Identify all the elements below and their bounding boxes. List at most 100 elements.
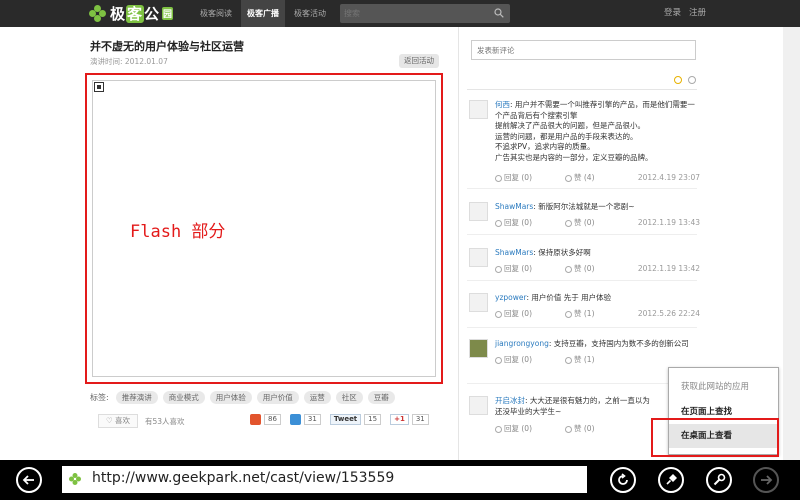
pin-icon: [666, 474, 677, 485]
zan-button[interactable]: 赞 (0): [565, 423, 635, 434]
divider: [467, 89, 697, 90]
comment-text: : 新版阿尔法城就是一个悲剧~: [533, 202, 635, 211]
flash-placeholder-label: Flash 部分: [130, 222, 226, 242]
page-tools-button[interactable]: [706, 467, 732, 493]
comment-time: 2012.1.19 13:43: [637, 218, 700, 227]
qq-share-icon[interactable]: [289, 414, 301, 425]
avatar[interactable]: [469, 100, 488, 119]
tag-item[interactable]: 推荐演讲: [115, 391, 158, 404]
zan-icon: [565, 174, 572, 182]
zan-button[interactable]: 赞 (0): [565, 217, 635, 228]
page-scrollbar[interactable]: [783, 27, 800, 460]
reply-icon: [495, 265, 502, 273]
weibo-share-icon[interactable]: [250, 414, 261, 425]
tag-item[interactable]: 商业模式: [162, 391, 205, 404]
divider: [467, 327, 697, 328]
tag-item[interactable]: 豆瓣: [367, 391, 395, 404]
search-input[interactable]: [340, 4, 490, 23]
divider: [467, 280, 697, 281]
reply-icon: [495, 425, 502, 433]
back-to-event-button[interactable]: 返回活动: [399, 54, 439, 68]
comment-author[interactable]: jiangrongyong: [495, 339, 549, 348]
comment-text: : 保持原状多好啊: [533, 248, 591, 257]
tag-item[interactable]: 运营: [303, 391, 331, 404]
logo-badge: 园: [162, 7, 174, 20]
comment-text: 还没毕业的大学生~: [495, 406, 562, 416]
tags-label: 标签:: [90, 393, 109, 402]
plus-one-button[interactable]: +1: [390, 414, 409, 425]
comment-text: : 用户并不需要一个叫推荐引擎的产品，而是他们需要一个产品背后有个搜索引擎: [495, 100, 695, 120]
avatar[interactable]: [469, 396, 488, 415]
refresh-button[interactable]: [610, 467, 636, 493]
comment-input[interactable]: [472, 41, 695, 59]
zan-button[interactable]: 赞 (1): [565, 354, 635, 365]
reply-icon: [495, 174, 502, 182]
tag-item[interactable]: 社区: [335, 391, 363, 404]
zan-button[interactable]: 赞 (1): [565, 308, 635, 319]
comment-text: 广告其实也是内容的一部分，定义豆瓣的品牌。: [495, 152, 653, 162]
tweet-count: 15: [364, 414, 382, 425]
comment-time: 2012.1.19 13:42: [637, 264, 700, 273]
comment-author[interactable]: yzpower: [495, 293, 526, 302]
qq-share-count: 31: [303, 414, 321, 425]
tab-geek-broadcast[interactable]: 极客广播: [241, 0, 285, 27]
search-box: [340, 4, 510, 23]
register-link[interactable]: 注册: [689, 0, 706, 27]
comment-author[interactable]: 开启冰封: [495, 396, 525, 405]
reply-button[interactable]: 回复 (0): [495, 354, 565, 365]
avatar[interactable]: [469, 202, 488, 221]
comment-sort-hot-icon[interactable]: [674, 76, 682, 84]
zan-button[interactable]: 赞 (0): [565, 263, 635, 274]
reply-icon: [495, 219, 502, 227]
refresh-icon: [618, 473, 628, 485]
tab-geek-reading[interactable]: 极客阅读: [194, 0, 238, 27]
reply-button[interactable]: 回复 (0): [495, 423, 565, 434]
comment-author[interactable]: ShawMars: [495, 202, 533, 211]
search-icon[interactable]: [494, 8, 504, 18]
menu-get-app[interactable]: 获取此网站的应用: [681, 380, 749, 392]
reply-button[interactable]: 回复 (0): [495, 172, 565, 183]
comment-text: : 支持豆瓣，支持国内为数不多的创新公司: [548, 339, 689, 348]
avatar[interactable]: [469, 339, 488, 358]
reply-button[interactable]: 回复 (0): [495, 263, 565, 274]
avatar[interactable]: [469, 293, 488, 312]
reply-button[interactable]: 回复 (0): [495, 308, 565, 319]
zan-icon: [565, 265, 572, 273]
forward-button[interactable]: [753, 467, 779, 493]
pin-button[interactable]: [658, 467, 684, 493]
comment-author[interactable]: ShawMars: [495, 248, 533, 257]
arrow-left-icon: [22, 475, 34, 485]
tab-geek-events[interactable]: 极客活动: [288, 0, 332, 27]
desktop-option-highlight-box: [651, 418, 779, 457]
site-favicon-icon: [69, 473, 81, 485]
address-bar[interactable]: http://www.geekpark.net/cast/view/153559: [62, 466, 587, 493]
zan-button[interactable]: 赞 (4): [565, 172, 635, 183]
logo-text: 极客公: [110, 5, 161, 23]
share-row: 86 31 Tweet 15 +1 31: [250, 414, 429, 425]
tag-item[interactable]: 用户体验: [209, 391, 252, 404]
flash-plugin-icon: [94, 82, 104, 92]
page-title: 并不虚无的用户体验与社区运营: [90, 40, 244, 53]
zan-icon: [565, 310, 572, 318]
comment-time: 2012.4.19 23:07: [637, 173, 700, 182]
tag-item[interactable]: 用户价值: [256, 391, 299, 404]
avatar[interactable]: [469, 248, 488, 267]
comment-sort-time-icon[interactable]: [688, 76, 696, 84]
reply-button[interactable]: 回复 (0): [495, 217, 565, 228]
divider: [467, 383, 697, 384]
comment-input-box: [471, 40, 696, 60]
tweet-button[interactable]: Tweet: [329, 414, 362, 425]
weibo-share-count: 86: [264, 414, 281, 425]
comment-author[interactable]: 何西: [495, 100, 510, 109]
divider: [467, 234, 697, 235]
back-button[interactable]: [16, 467, 42, 493]
comment-text: 提前解决了产品很大的问题，但是产品很小。: [495, 121, 645, 130]
reply-icon: [495, 356, 502, 364]
wrench-icon: [713, 473, 726, 486]
like-count: 有53人喜欢: [145, 417, 185, 426]
login-link[interactable]: 登录: [664, 0, 681, 27]
like-button[interactable]: ♡ 喜欢: [98, 414, 138, 428]
comment-time: 2012.5.26 22:24: [637, 309, 700, 318]
plus-one-count: 31: [411, 414, 429, 425]
site-logo[interactable]: 极客公 园: [89, 3, 174, 24]
